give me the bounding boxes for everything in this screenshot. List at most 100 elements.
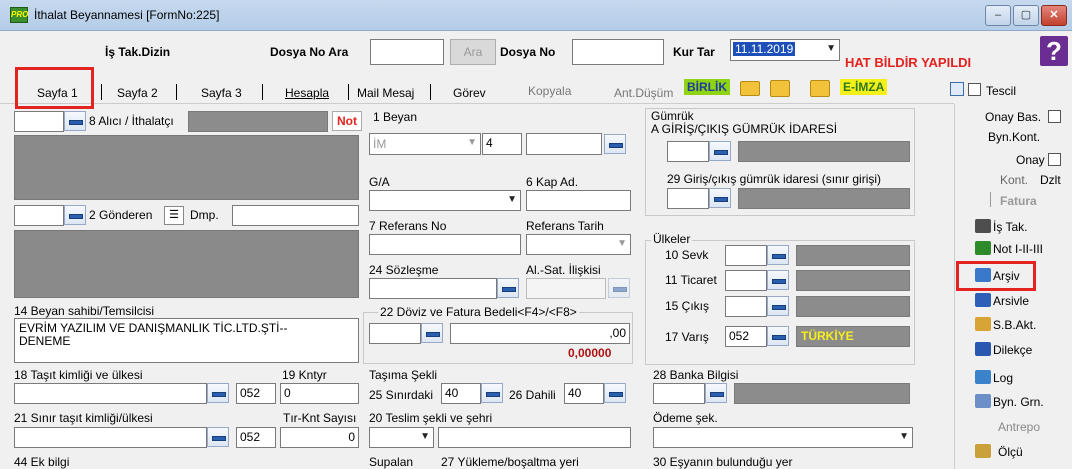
gonderen-lookup-button[interactable] <box>64 205 86 225</box>
list-icon[interactable]: ☰ <box>164 206 184 225</box>
dmp-input[interactable] <box>232 205 359 226</box>
beyan-num-input[interactable]: 4 <box>482 133 522 155</box>
ara-button[interactable]: Ara <box>450 39 496 65</box>
sevk-label: 10 Sevk <box>665 248 709 262</box>
kur-tar-select[interactable]: 11.11.2019 ▼ <box>730 39 840 61</box>
gorev-button[interactable]: Görev <box>453 86 486 100</box>
sb-akt-button[interactable]: S.B.Akt. <box>993 318 1036 332</box>
dilekce-button[interactable]: Dilekçe <box>993 343 1032 357</box>
teslim-select[interactable]: ▼ <box>369 427 434 448</box>
varis-code-input[interactable]: 052 <box>725 326 767 347</box>
sozlesme-lookup-button[interactable] <box>497 278 519 298</box>
alici-lookup-button[interactable] <box>64 111 86 131</box>
doviz-code-input[interactable] <box>369 323 421 344</box>
tir-input[interactable]: 0 <box>280 427 359 448</box>
e-imza-button[interactable]: E-İMZA <box>840 79 888 95</box>
sinirdaki-input[interactable]: 40 <box>441 383 481 404</box>
arsivle-button[interactable]: Arsivle <box>993 294 1029 308</box>
gumruk-lookup-button[interactable] <box>709 141 731 161</box>
tab-sayfa-2[interactable]: Sayfa 2 <box>117 86 158 100</box>
giris-lookup-button[interactable] <box>709 188 731 208</box>
sozlesme-input[interactable] <box>369 278 497 299</box>
tasit-input[interactable] <box>14 383 207 404</box>
olcu-button[interactable]: Ölçü <box>998 445 1023 459</box>
banka-code-input[interactable] <box>653 383 705 404</box>
dosya-no-ara-input[interactable] <box>370 39 444 65</box>
ga-select[interactable]: ▼ <box>369 190 521 211</box>
is-tak-dizin-label[interactable]: İş Tak.Dizin <box>105 45 170 59</box>
kont-label[interactable]: Kont. <box>1000 173 1028 187</box>
ticaret-code-input[interactable] <box>725 270 767 291</box>
is-tak-button[interactable]: İş Tak. <box>993 220 1027 234</box>
folder-icon[interactable] <box>740 81 760 96</box>
sb-akt-icon <box>975 317 991 331</box>
send-icon[interactable] <box>810 80 830 97</box>
gonderen-code-input[interactable] <box>14 205 64 226</box>
al-sat-lookup-button[interactable] <box>608 278 630 298</box>
kopyala-button[interactable]: Kopyala <box>528 84 571 98</box>
beyan-type-select[interactable]: İM ▼ <box>369 133 481 155</box>
help-icon[interactable]: ? <box>1040 36 1068 66</box>
doviz-amount-input[interactable]: ,00 <box>450 323 630 344</box>
tescil-checkbox[interactable] <box>968 83 981 96</box>
log-button[interactable]: Log <box>993 371 1013 385</box>
maximize-button[interactable]: ▢ <box>1013 5 1039 26</box>
yukleme-label: 27 Yükleme/boşaltma yeri <box>441 455 579 469</box>
ant-dusum-button[interactable]: Ant.Düşüm <box>614 86 673 100</box>
minimize-button[interactable]: ‒ <box>985 5 1011 26</box>
upload-icon[interactable] <box>770 80 790 97</box>
onay-bas-checkbox[interactable] <box>1048 110 1061 123</box>
hat-bildir-status: HAT BİLDİR YAPILDI <box>845 55 972 70</box>
teslim-input[interactable] <box>438 427 631 448</box>
tasit-code-input[interactable]: 052 <box>236 383 276 404</box>
cikis-code-input[interactable] <box>725 296 767 317</box>
birlik-button[interactable]: BİRLİK <box>684 79 730 95</box>
sevk-code-input[interactable] <box>725 245 767 266</box>
print-preview-icon[interactable] <box>950 82 964 96</box>
tab-sayfa-3[interactable]: Sayfa 3 <box>201 86 242 100</box>
kap-input[interactable] <box>526 190 631 211</box>
tasit-lookup-button[interactable] <box>207 383 229 403</box>
fatura-divider <box>990 192 991 207</box>
gumruk-code-input[interactable] <box>667 141 709 162</box>
tab-sayfa-1[interactable]: Sayfa 1 <box>37 86 78 100</box>
sinir-tasit-code-input[interactable]: 052 <box>236 427 276 448</box>
not-i-ii-iii-button[interactable]: Not I-II-III <box>993 242 1043 256</box>
sinirdaki-lookup-button[interactable] <box>481 383 503 403</box>
referans-tarih-select[interactable]: ▼ <box>526 234 631 255</box>
dahili-input[interactable]: 40 <box>564 383 604 404</box>
onay-checkbox[interactable] <box>1048 153 1061 166</box>
sinir-tasit-input[interactable] <box>14 427 207 448</box>
giris-code-input[interactable] <box>667 188 709 209</box>
not-button[interactable]: Not <box>332 111 362 131</box>
kntyr-input[interactable]: 0 <box>280 383 359 404</box>
beyan-sahibi-field[interactable]: EVRİM YAZILIM VE DANIŞMANLIK TİC.LTD.ŞTİ… <box>14 318 359 363</box>
hesapla-button[interactable]: Hesapla <box>285 86 329 100</box>
sinir-tasit-label: 21 Sınır taşıt kimliği/ülkesi <box>14 411 153 425</box>
dosya-no-input[interactable] <box>572 39 664 65</box>
dzlt-label[interactable]: Dzlt <box>1040 173 1061 187</box>
sinir-tasit-lookup-button[interactable] <box>207 427 229 447</box>
dosya-no-label: Dosya No <box>500 45 556 59</box>
antrepo-button[interactable]: Antrepo <box>998 420 1040 434</box>
odeme-select[interactable]: ▼ <box>653 427 913 448</box>
dahili-lookup-button[interactable] <box>604 383 626 403</box>
varis-lookup-button[interactable] <box>767 326 789 346</box>
banka-lookup-button[interactable] <box>705 383 727 403</box>
byn-grn-button[interactable]: Byn. Grn. <box>993 395 1044 409</box>
kap-label: 6 Kap Ad. <box>526 175 579 189</box>
esya-label: 30 Eşyanın bulunduğu yer <box>653 455 793 469</box>
mail-mesaj-button[interactable]: Mail Mesaj <box>357 86 414 100</box>
ticaret-lookup-button[interactable] <box>767 270 789 290</box>
cikis-lookup-button[interactable] <box>767 296 789 316</box>
arsiv-button[interactable]: Arşiv <box>993 269 1020 283</box>
close-button[interactable]: ✕ <box>1041 5 1067 26</box>
doviz-lookup-button[interactable] <box>421 323 443 343</box>
beyan-lookup-button[interactable] <box>604 134 626 154</box>
fatura-button[interactable]: Fatura <box>1000 194 1037 208</box>
sevk-lookup-button[interactable] <box>767 245 789 265</box>
alici-code-input[interactable] <box>14 111 64 132</box>
al-sat-input[interactable] <box>526 278 606 299</box>
referans-no-input[interactable] <box>369 234 521 255</box>
beyan-extra-input[interactable] <box>526 133 602 155</box>
